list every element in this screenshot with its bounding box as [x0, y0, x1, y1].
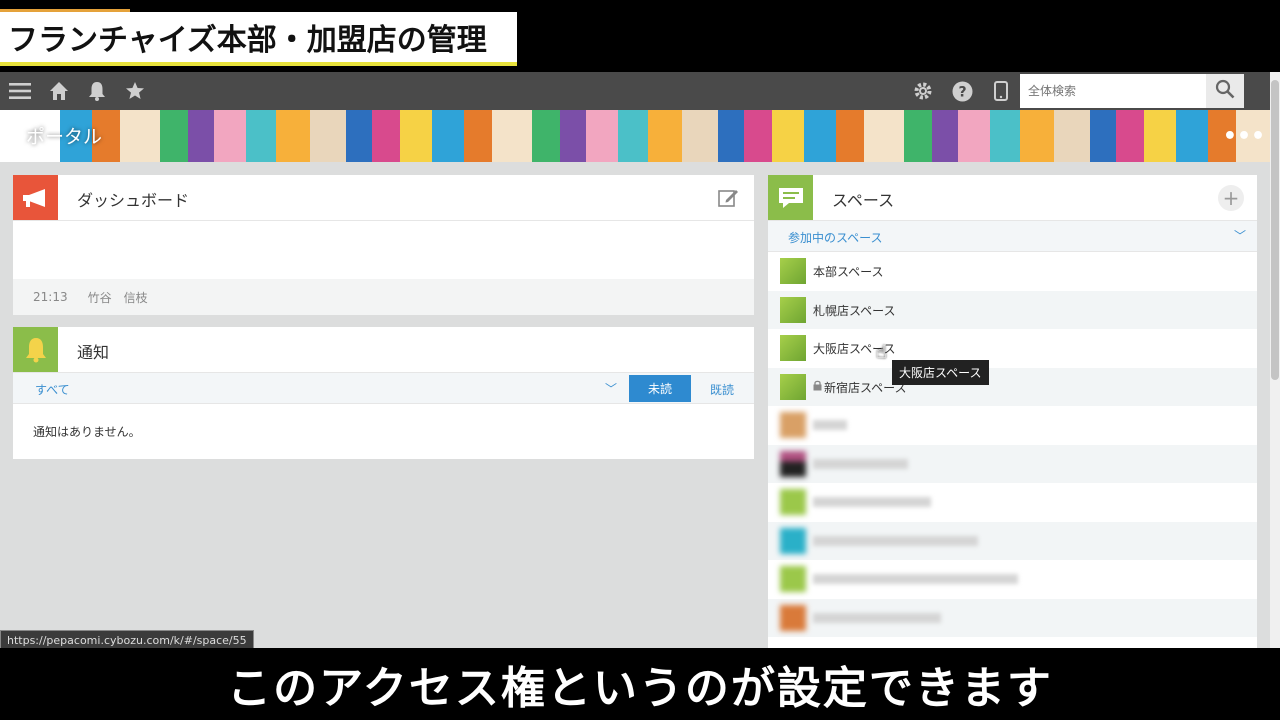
- notification-title: 通知: [77, 343, 110, 362]
- lock-icon: [813, 379, 822, 393]
- video-caption-banner: このアクセス権というのが設定できます: [0, 648, 1280, 720]
- notification-empty-text: 通知はありません。: [33, 425, 141, 439]
- space-item-label: 札幌店スペース: [813, 303, 896, 318]
- space-filter-select[interactable]: 参加中のスペース: [788, 229, 883, 246]
- spaces-title: スペース: [832, 191, 895, 210]
- app-window: ? ポータル ••• ダッシュボード 21:13 竹谷 信枝: [0, 72, 1280, 648]
- space-item-blurred[interactable]: [768, 406, 1257, 445]
- video-caption: このアクセス権というのが設定できます: [227, 663, 1053, 714]
- star-icon[interactable]: [123, 79, 147, 103]
- blurred-space-name: [813, 574, 1018, 584]
- chat-bubble-icon: [768, 175, 813, 220]
- blurred-space-name: [813, 497, 931, 507]
- space-thumbnail: [780, 527, 806, 554]
- bell-icon: [13, 327, 58, 372]
- space-list: 本部スペース 札幌店スペース 大阪店スペース 新宿店スペース: [768, 252, 1257, 637]
- gear-icon[interactable]: [911, 79, 935, 103]
- chevron-down-icon[interactable]: ﹀: [1234, 227, 1246, 244]
- svg-text:?: ?: [958, 84, 966, 100]
- dashboard-panel: ダッシュボード 21:13 竹谷 信枝: [13, 175, 754, 315]
- space-filter-bar: 参加中のスペース ﹀: [768, 220, 1257, 252]
- status-bar-url: https://pepacomi.cybozu.com/k/#/space/55: [0, 630, 254, 650]
- unread-tab-button[interactable]: 未読: [629, 375, 691, 402]
- notification-filter-bar: すべて ﹀ 未読 既読: [13, 372, 754, 404]
- notification-filter-select[interactable]: すべて: [35, 381, 70, 398]
- space-item-osaka[interactable]: 大阪店スペース: [768, 329, 1257, 368]
- more-options-icon[interactable]: •••: [1223, 120, 1265, 152]
- space-thumbnail: [780, 450, 806, 477]
- space-item-blurred[interactable]: [768, 560, 1257, 599]
- space-thumbnail: [780, 412, 806, 438]
- space-item-sapporo[interactable]: 札幌店スペース: [768, 290, 1257, 329]
- notification-panel: 通知 すべて ﹀ 未読 既読 通知はありません。: [13, 327, 754, 459]
- space-item-blurred[interactable]: [768, 444, 1257, 483]
- space-item-blurred[interactable]: [768, 521, 1257, 560]
- home-icon[interactable]: [47, 79, 71, 103]
- bell-icon[interactable]: [85, 79, 109, 103]
- chevron-down-icon[interactable]: ﹀: [605, 380, 617, 397]
- space-thumbnail: [780, 258, 806, 284]
- dashboard-footer: 21:13 竹谷 信枝: [13, 279, 754, 315]
- mobile-icon[interactable]: [989, 79, 1013, 103]
- space-thumbnail: [780, 604, 806, 631]
- video-title: フランチャイズ本部・加盟店の管理: [0, 9, 517, 66]
- edit-icon[interactable]: [717, 187, 739, 209]
- space-item-label: 本部スペース: [813, 265, 884, 279]
- blurred-space-name: [813, 612, 941, 623]
- space-thumbnail: [780, 296, 806, 323]
- help-icon[interactable]: ?: [950, 79, 974, 103]
- portal-header-banner: ポータル •••: [0, 110, 1270, 162]
- page-scrollbar[interactable]: [1270, 72, 1280, 648]
- scrollbar-thumb[interactable]: [1271, 80, 1279, 380]
- divider: [13, 220, 754, 221]
- global-search-input[interactable]: [1020, 74, 1206, 108]
- blurred-space-name: [813, 535, 978, 546]
- space-thumbnail: [780, 373, 806, 400]
- hand-cursor-icon: ☝: [876, 342, 887, 363]
- dashboard-title: ダッシュボード: [77, 191, 190, 210]
- space-item-shinjuku[interactable]: 新宿店スペース: [768, 367, 1257, 406]
- space-item-honbu[interactable]: 本部スペース: [768, 252, 1257, 291]
- top-navbar: ?: [0, 72, 1270, 110]
- search-icon: [1215, 79, 1235, 103]
- search-button[interactable]: [1206, 74, 1244, 108]
- dashboard-author[interactable]: 竹谷 信枝: [88, 289, 148, 306]
- video-title-banner: フランチャイズ本部・加盟店の管理: [0, 0, 1280, 72]
- blurred-space-name: [813, 458, 908, 469]
- blurred-space-name: [813, 420, 847, 430]
- space-item-blurred[interactable]: [768, 598, 1257, 637]
- read-tab-button[interactable]: 既読: [710, 381, 734, 398]
- spaces-panel: スペース + 参加中のスペース ﹀ 本部スペース 札幌店スペース 大阪店スペース: [768, 175, 1257, 648]
- space-thumbnail: [780, 489, 806, 515]
- add-space-button[interactable]: +: [1218, 185, 1244, 211]
- megaphone-icon: [13, 175, 58, 220]
- portal-title: ポータル: [26, 126, 103, 148]
- menu-icon[interactable]: [8, 79, 32, 103]
- space-thumbnail: [780, 566, 806, 592]
- dashboard-time: 21:13: [33, 290, 68, 304]
- space-item-blurred[interactable]: [768, 483, 1257, 522]
- space-thumbnail: [780, 335, 806, 361]
- space-tooltip: 大阪店スペース: [892, 360, 989, 385]
